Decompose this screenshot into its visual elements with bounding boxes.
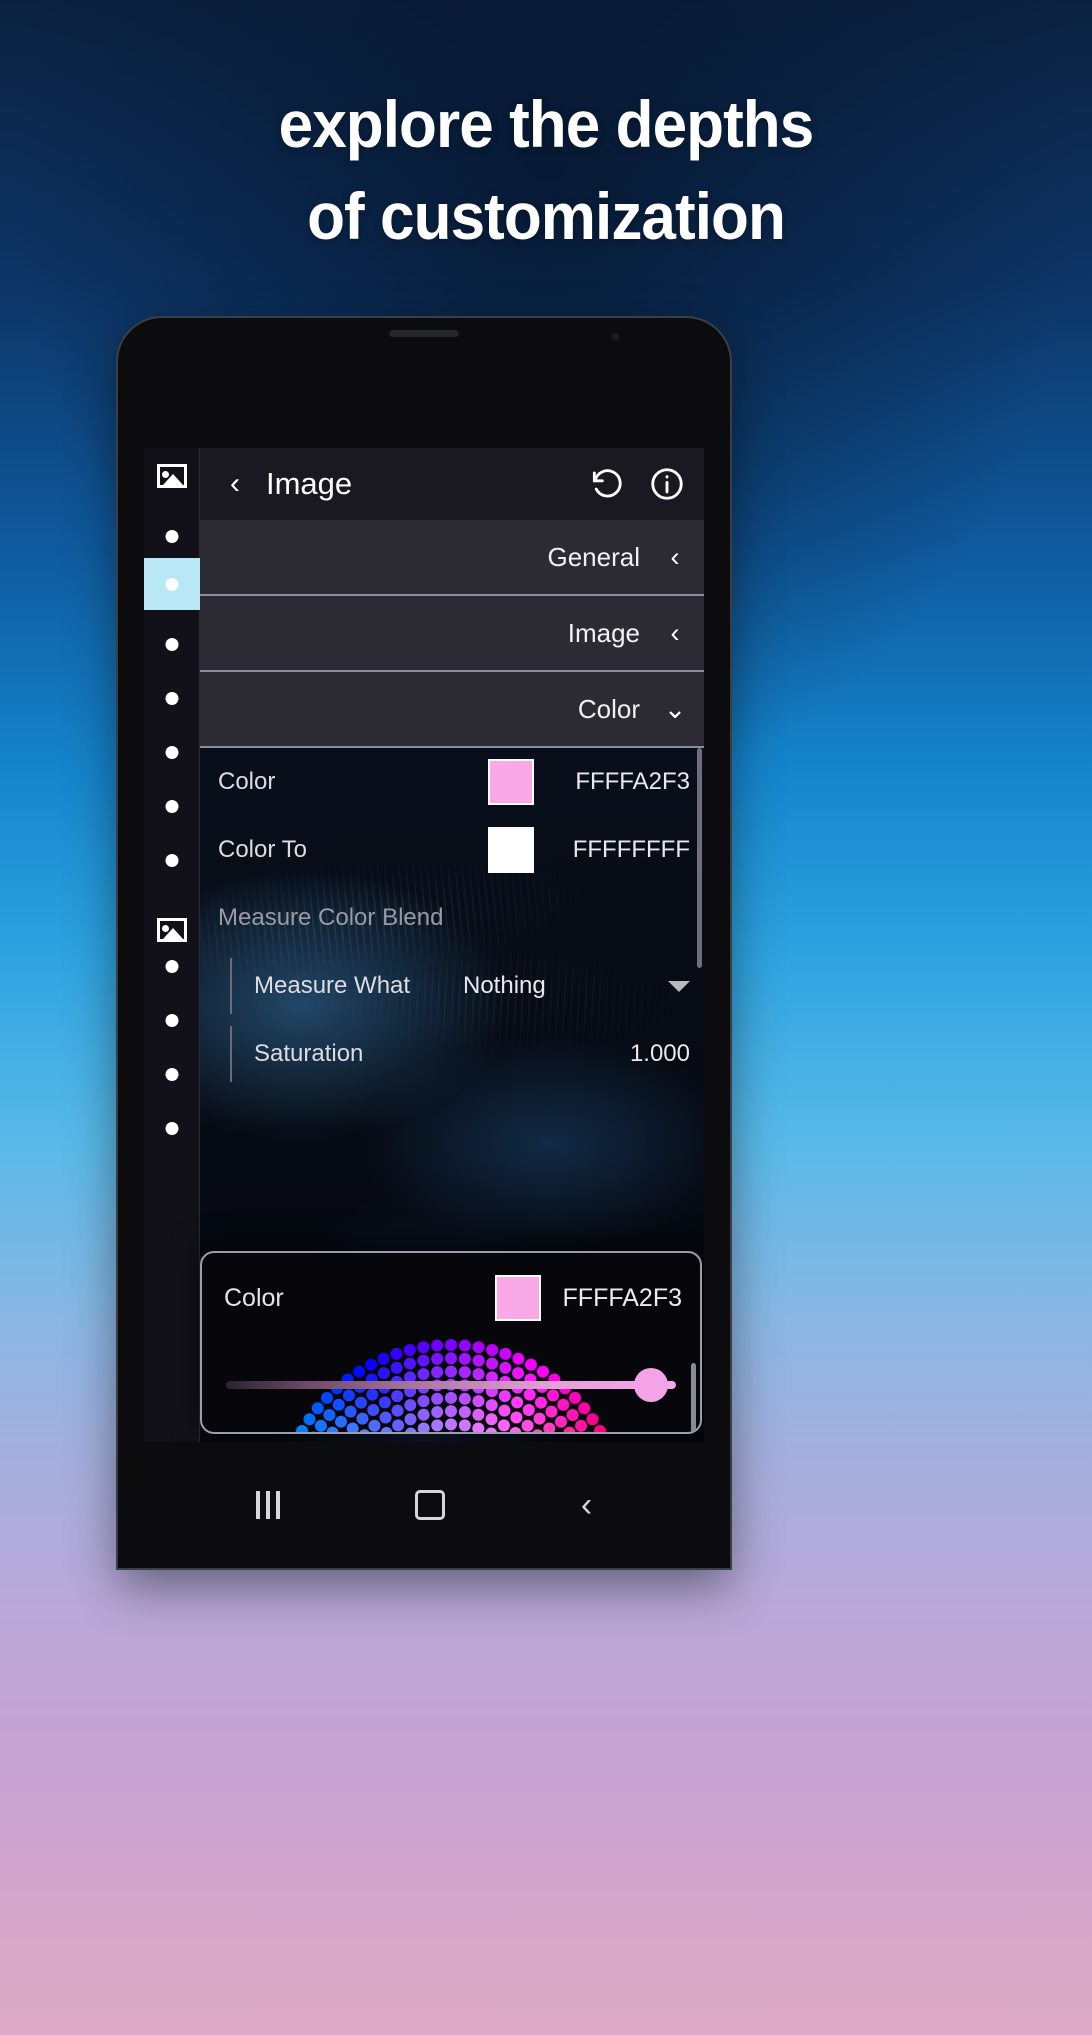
chevron-down-icon: ⌄ xyxy=(663,693,687,724)
headline-line-1: explore the depths xyxy=(278,87,815,161)
back-button[interactable]: ‹ xyxy=(218,469,252,499)
sidebar-rail xyxy=(144,448,200,1442)
property-label: Color xyxy=(218,768,276,795)
sidebar-item-dot[interactable] xyxy=(165,530,178,543)
promo-headline: explore the depths of customization xyxy=(33,78,1059,262)
dialog-scrollbar[interactable] xyxy=(691,1363,696,1432)
headline-line-2: of customization xyxy=(307,179,786,253)
section-general[interactable]: General ‹ xyxy=(200,520,704,596)
measure-what-value: Nothing xyxy=(463,972,546,999)
app-toolbar: ‹ Image xyxy=(200,448,704,520)
property-row-saturation[interactable]: Saturation 1.000 xyxy=(200,1020,704,1088)
section-color-label: Color xyxy=(577,693,640,724)
chevron-left-icon: ‹ xyxy=(670,541,680,572)
property-row-measure-what[interactable]: Measure What Nothing xyxy=(200,952,704,1020)
saturation-value: 1.000 xyxy=(629,1040,690,1067)
section-image[interactable]: Image ‹ xyxy=(200,596,704,672)
sidebar-item-dot[interactable] xyxy=(165,854,178,867)
property-group-label: Measure Color Blend xyxy=(218,904,444,931)
color-swatch[interactable] xyxy=(488,827,534,873)
property-row-color[interactable]: Color FFFFA2F3 xyxy=(200,748,704,816)
info-icon[interactable] xyxy=(648,465,686,503)
section-general-label: General xyxy=(547,541,641,572)
section-image-label: Image xyxy=(567,617,640,648)
reset-icon[interactable] xyxy=(588,465,626,503)
property-label: Color To xyxy=(218,836,307,863)
brightness-slider[interactable] xyxy=(226,1368,676,1402)
back-icon[interactable]: ‹ xyxy=(581,1488,592,1522)
phone-speaker xyxy=(389,330,459,337)
sidebar-item-dot[interactable] xyxy=(165,1122,178,1135)
home-icon[interactable] xyxy=(415,1490,446,1520)
property-label: Measure What xyxy=(254,972,411,999)
sidebar-item-dot[interactable] xyxy=(165,1014,178,1027)
recents-icon[interactable] xyxy=(255,1491,280,1519)
section-color[interactable]: Color ⌄ xyxy=(200,672,704,748)
image-icon[interactable] xyxy=(156,918,187,942)
chevron-left-icon: ‹ xyxy=(670,617,680,648)
color-picker-header: Color FFFFA2F3 xyxy=(202,1253,700,1331)
chevron-down-icon[interactable] xyxy=(668,980,690,992)
sidebar-item-dot[interactable] xyxy=(165,746,178,759)
color-hex-value: FFFFFFFF xyxy=(572,836,690,863)
phone-mockup: ‹ Image General ‹ Image ‹ Color ⌄ Color … xyxy=(118,318,730,1568)
slider-thumb[interactable] xyxy=(634,1368,668,1402)
sidebar-item-dot[interactable] xyxy=(165,578,178,591)
color-picker-dialog: Color FFFFA2F3 xyxy=(200,1251,702,1434)
sidebar-item-dot[interactable] xyxy=(165,800,178,813)
android-navbar: ‹ xyxy=(118,1442,730,1568)
sidebar-item-dot[interactable] xyxy=(165,692,178,705)
list-scrollbar[interactable] xyxy=(697,748,702,968)
property-label: Saturation xyxy=(254,1040,364,1067)
sidebar-item-dot[interactable] xyxy=(165,638,178,651)
color-swatch[interactable] xyxy=(488,759,534,805)
property-row-color-to[interactable]: Color To FFFFFFFF xyxy=(200,816,704,884)
color-hex-value: FFFFA2F3 xyxy=(562,1283,682,1312)
color-picker-label: Color xyxy=(224,1283,284,1312)
property-group-measure-color-blend: Measure Color Blend xyxy=(200,884,704,952)
image-icon[interactable] xyxy=(156,464,187,488)
sidebar-item-dot[interactable] xyxy=(165,960,178,973)
phone-screen: ‹ Image General ‹ Image ‹ Color ⌄ Color … xyxy=(144,448,704,1442)
color-hex-value: FFFFA2F3 xyxy=(575,768,690,795)
sidebar-item-dot[interactable] xyxy=(165,1068,178,1081)
phone-camera xyxy=(611,332,620,341)
slider-track xyxy=(226,1381,676,1389)
color-swatch[interactable] xyxy=(494,1275,541,1321)
page-title: Image xyxy=(266,466,353,501)
